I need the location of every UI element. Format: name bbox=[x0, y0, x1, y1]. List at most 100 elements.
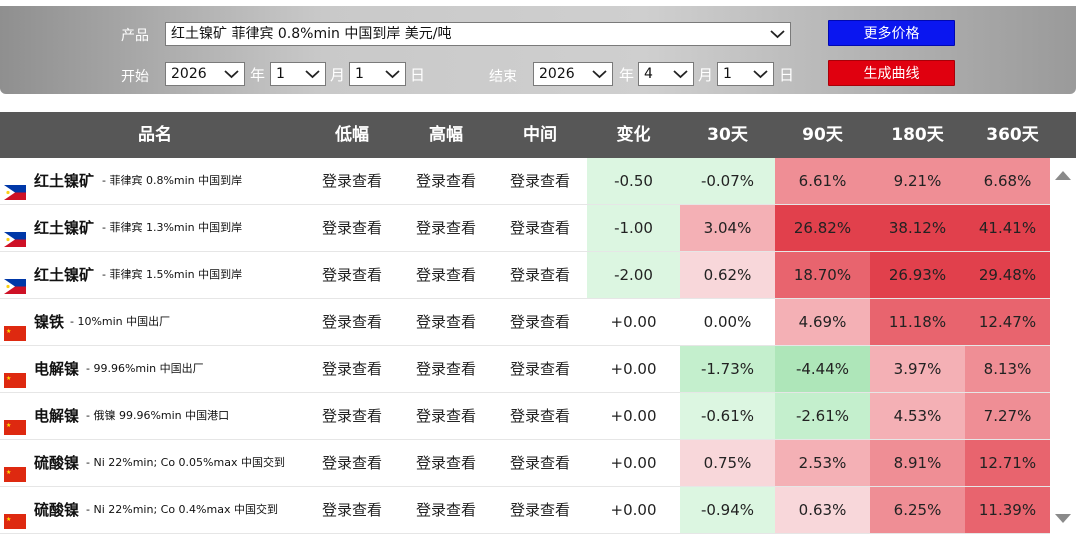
header-180d[interactable]: 180天 bbox=[870, 112, 965, 158]
low-value[interactable]: 登录查看 bbox=[305, 440, 399, 486]
change-value: +0.00 bbox=[587, 440, 680, 486]
mid-value[interactable]: 登录查看 bbox=[493, 299, 587, 345]
end-year-select[interactable]: 2026 bbox=[533, 62, 613, 86]
high-value[interactable]: 登录查看 bbox=[399, 487, 493, 533]
product-name-cell[interactable]: ★ 电解镍 - 99.96%min 中国出厂 bbox=[0, 346, 310, 392]
product-name-cell[interactable]: ★ 镍铁 - 10%min 中国出厂 bbox=[0, 299, 310, 345]
scroll-down-arrow-icon[interactable] bbox=[1054, 510, 1072, 523]
table-row[interactable]: 红土镍矿 - 菲律宾 1.3%min 中国到岸 登录查看 登录查看 登录查看 -1.00 3… bbox=[0, 205, 1050, 252]
product-name: 红土镍矿 bbox=[34, 219, 95, 237]
change-value: +0.00 bbox=[587, 346, 680, 392]
month-unit: 月 bbox=[330, 66, 346, 84]
low-value[interactable]: 登录查看 bbox=[305, 346, 399, 392]
change-90d: -2.61% bbox=[775, 393, 870, 439]
header-360d[interactable]: 360天 bbox=[965, 112, 1060, 158]
mid-value[interactable]: 登录查看 bbox=[493, 393, 587, 439]
product-name-cell[interactable]: ★ 硫酸镍 - Ni 22%min; Co 0.05%max 中国交到 bbox=[0, 440, 310, 486]
change-360d: 41.41% bbox=[965, 205, 1050, 251]
end-month-select[interactable]: 4 bbox=[638, 62, 694, 86]
filter-panel: 产品 红土镍矿 菲律宾 0.8%min 中国到岸 美元/吨 更多价格 开始 20… bbox=[0, 6, 1076, 94]
product-spec: - 俄镍 99.96%min 中国港口 bbox=[86, 409, 230, 422]
mid-value[interactable]: 登录查看 bbox=[493, 346, 587, 392]
header-mid[interactable]: 中间 bbox=[493, 112, 587, 158]
product-spec: - 菲律宾 0.8%min 中国到岸 bbox=[102, 174, 243, 187]
low-value[interactable]: 登录查看 bbox=[305, 299, 399, 345]
high-value[interactable]: 登录查看 bbox=[399, 393, 493, 439]
high-value[interactable]: 登录查看 bbox=[399, 440, 493, 486]
low-value[interactable]: 登录查看 bbox=[305, 205, 399, 251]
header-high[interactable]: 高幅 bbox=[399, 112, 493, 158]
table-row[interactable]: 红土镍矿 - 菲律宾 1.5%min 中国到岸 登录查看 登录查看 登录查看 -2.00 0… bbox=[0, 252, 1050, 299]
mid-value[interactable]: 登录查看 bbox=[493, 440, 587, 486]
product-label: 产品 bbox=[121, 28, 149, 44]
product-name: 红土镍矿 bbox=[34, 172, 95, 190]
mid-value[interactable]: 登录查看 bbox=[493, 487, 587, 533]
svg-text:★: ★ bbox=[6, 375, 11, 382]
product-name-cell[interactable]: ★ 硫酸镍 - Ni 22%min; Co 0.4%max 中国交到 bbox=[0, 487, 310, 533]
chevron-down-icon bbox=[592, 68, 607, 80]
high-value[interactable]: 登录查看 bbox=[399, 205, 493, 251]
change-360d: 29.48% bbox=[965, 252, 1050, 298]
table-scrollbar[interactable] bbox=[1050, 158, 1076, 534]
day-unit: 日 bbox=[779, 66, 795, 84]
start-month-select[interactable]: 1 bbox=[270, 62, 326, 86]
product-spec: - 菲律宾 1.5%min 中国到岸 bbox=[102, 268, 243, 281]
low-value[interactable]: 登录查看 bbox=[305, 393, 399, 439]
product-name-cell[interactable]: 红土镍矿 - 菲律宾 1.3%min 中国到岸 bbox=[0, 205, 310, 251]
low-value[interactable]: 登录查看 bbox=[305, 487, 399, 533]
svg-text:★: ★ bbox=[6, 516, 11, 523]
change-30d: -0.61% bbox=[680, 393, 775, 439]
svg-text:★: ★ bbox=[6, 422, 11, 429]
product-name-cell[interactable]: 红土镍矿 - 菲律宾 1.5%min 中国到岸 bbox=[0, 252, 310, 298]
table-row[interactable]: ★ 镍铁 - 10%min 中国出厂 登录查看 登录查看 登录查看 +0.00 0.00% 4.… bbox=[0, 299, 1050, 346]
header-low[interactable]: 低幅 bbox=[305, 112, 399, 158]
mid-value[interactable]: 登录查看 bbox=[493, 158, 587, 204]
china-flag-icon: ★ bbox=[4, 501, 26, 529]
product-name: 电解镍 bbox=[34, 407, 80, 425]
header-90d[interactable]: 90天 bbox=[775, 112, 870, 158]
svg-text:★: ★ bbox=[6, 328, 11, 335]
end-day-value: 1 bbox=[723, 66, 732, 82]
header-change[interactable]: 变化 bbox=[587, 112, 680, 158]
table-row[interactable]: 红土镍矿 - 菲律宾 0.8%min 中国到岸 登录查看 登录查看 登录查看 -0.50-… bbox=[0, 158, 1050, 205]
high-value[interactable]: 登录查看 bbox=[399, 252, 493, 298]
product-spec: - Ni 22%min; Co 0.05%max 中国交到 bbox=[86, 456, 285, 469]
product-name-cell[interactable]: 红土镍矿 - 菲律宾 0.8%min 中国到岸 bbox=[0, 158, 310, 204]
product-select-value: 红土镍矿 菲律宾 0.8%min 中国到岸 美元/吨 bbox=[171, 26, 452, 42]
product-select[interactable]: 红土镍矿 菲律宾 0.8%min 中国到岸 美元/吨 bbox=[165, 22, 791, 46]
product-name: 硫酸镍 bbox=[34, 454, 80, 472]
high-value[interactable]: 登录查看 bbox=[399, 346, 493, 392]
high-value[interactable]: 登录查看 bbox=[399, 299, 493, 345]
table-row[interactable]: ★ 电解镍 - 俄镍 99.96%min 中国港口 登录查看 登录查看 登录查看 +0.00… bbox=[0, 393, 1050, 440]
start-day-select[interactable]: 1 bbox=[349, 62, 406, 86]
philippines-flag-icon bbox=[4, 266, 26, 294]
start-year-select[interactable]: 2026 bbox=[165, 62, 245, 86]
header-name[interactable]: 品名 bbox=[0, 112, 310, 158]
table-row[interactable]: ★ 电解镍 - 99.96%min 中国出厂 登录查看 登录查看 登录查看 +0.00 -1.… bbox=[0, 346, 1050, 393]
product-name: 镍铁 bbox=[34, 313, 65, 331]
chevron-down-icon bbox=[385, 68, 400, 80]
product-name-cell[interactable]: ★ 电解镍 - 俄镍 99.96%min 中国港口 bbox=[0, 393, 310, 439]
mid-value[interactable]: 登录查看 bbox=[493, 205, 587, 251]
philippines-flag-icon bbox=[4, 219, 26, 247]
product-spec: - Ni 22%min; Co 0.4%max 中国交到 bbox=[86, 503, 278, 516]
high-value[interactable]: 登录查看 bbox=[399, 158, 493, 204]
mid-value[interactable]: 登录查看 bbox=[493, 252, 587, 298]
table-row[interactable]: ★ 硫酸镍 - Ni 22%min; Co 0.05%max 中国交到 登录查看 登录查… bbox=[0, 440, 1050, 487]
chevron-down-icon bbox=[224, 68, 239, 80]
change-30d: -1.73% bbox=[680, 346, 775, 392]
year-unit: 年 bbox=[250, 66, 266, 84]
change-30d: -0.94% bbox=[680, 487, 775, 533]
low-value[interactable]: 登录查看 bbox=[305, 252, 399, 298]
low-value[interactable]: 登录查看 bbox=[305, 158, 399, 204]
scroll-up-arrow-icon[interactable] bbox=[1054, 166, 1072, 180]
chevron-down-icon bbox=[770, 28, 785, 40]
more-prices-button[interactable]: 更多价格 bbox=[828, 20, 955, 46]
table-row[interactable]: ★ 硫酸镍 - Ni 22%min; Co 0.4%max 中国交到 登录查看 登录查看… bbox=[0, 487, 1050, 534]
header-30d[interactable]: 30天 bbox=[680, 112, 775, 158]
china-flag-icon: ★ bbox=[4, 407, 26, 435]
change-180d: 6.25% bbox=[870, 487, 965, 533]
end-day-select[interactable]: 1 bbox=[717, 62, 774, 86]
generate-curve-button[interactable]: 生成曲线 bbox=[828, 60, 955, 86]
change-90d: 18.70% bbox=[775, 252, 870, 298]
